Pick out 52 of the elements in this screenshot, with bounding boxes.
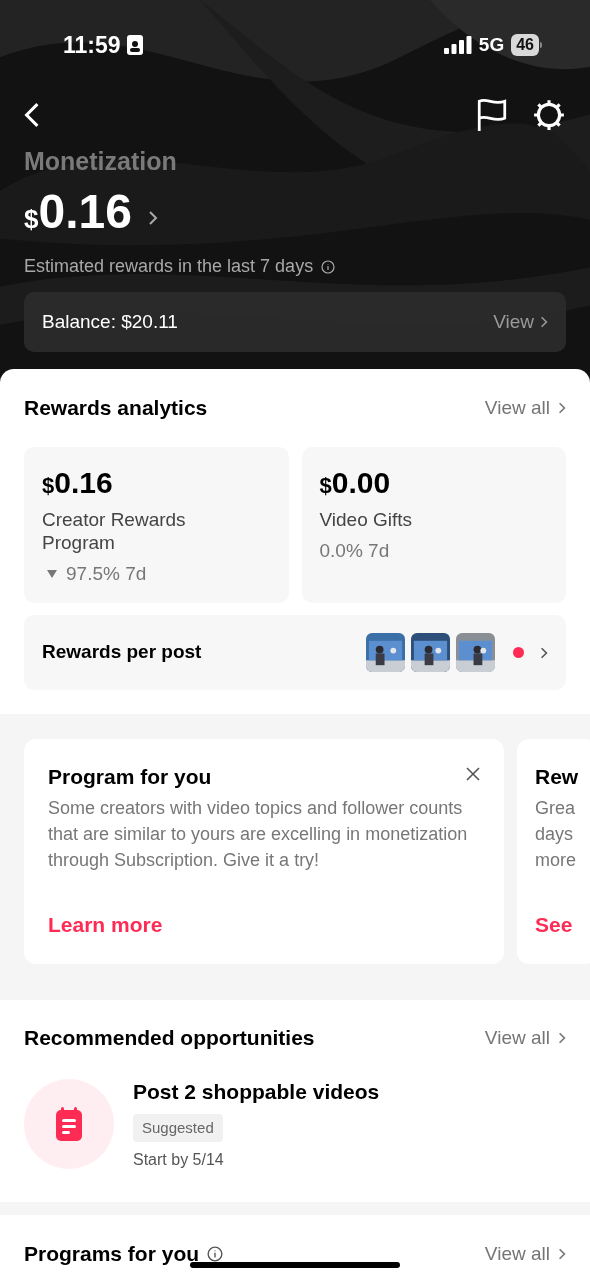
start-date: Start by 5/14 (133, 1150, 224, 1170)
reward-change: 0.0% 7d (319, 539, 390, 563)
settings-icon[interactable] (532, 98, 566, 132)
section-title: Programs for you (24, 1241, 200, 1268)
balance-bar[interactable]: Balance: $20.11 View (24, 292, 566, 352)
card-body: Some creators with video topics and follower counts that are similar to yours are excelling in monetization through Subscription. Give it a try! (48, 797, 469, 872)
reward-label: Video Gifts (319, 508, 414, 531)
chevron-right-icon (147, 209, 158, 226)
reward-label: Creator Rewards Program (42, 508, 187, 554)
rewards-per-post-row[interactable]: Rewards per post (24, 615, 566, 690)
signal-icon (443, 36, 472, 54)
section-title: Recommended opportunities (24, 1025, 315, 1052)
view-link[interactable]: View (493, 307, 534, 337)
row-label: Rewards per post (42, 640, 202, 665)
program-card[interactable]: Rew Grea days more See (517, 739, 590, 964)
chevron-right-icon (558, 1031, 566, 1045)
opportunity-item[interactable]: Post 2 shoppable videos Suggested Start by 5/14 (24, 1076, 566, 1172)
balance-text: Balance: $20.11 (42, 309, 178, 334)
network-label: 5G (478, 32, 505, 57)
flag-icon[interactable] (476, 98, 508, 132)
card-link[interactable]: Learn more (48, 908, 480, 940)
status-time: 11:59 (63, 30, 121, 60)
chevron-right-icon (540, 645, 548, 660)
card-body-line: more (535, 849, 577, 872)
reward-card[interactable]: $0.16 Creator Rewards Program 97.5% 7d (24, 447, 289, 603)
card-title: Rew (535, 764, 579, 790)
rewards-caption: Estimated rewards in the last 7 days (24, 255, 314, 278)
card-body-line: days (535, 823, 575, 846)
reward-card[interactable]: $0.00 Video Gifts 0.0% 7d (301, 447, 566, 603)
reward-change: 97.5% 7d (66, 562, 147, 586)
chevron-right-icon (558, 401, 566, 415)
info-icon[interactable] (321, 259, 336, 274)
info-icon[interactable] (207, 1246, 224, 1262)
opportunity-title: Post 2 shoppable videos (133, 1079, 380, 1105)
reward-amount: $0.00 (319, 465, 392, 501)
close-icon[interactable] (466, 767, 480, 781)
view-all-link[interactable]: View all (484, 1023, 550, 1053)
rewards-amount: $0.16 (24, 188, 132, 240)
reward-amount: $0.16 (42, 465, 114, 501)
battery-level: 46 (511, 34, 539, 56)
card-body-line: Grea (535, 797, 577, 820)
program-card[interactable]: Program for you Some creators with video topics and follower counts that are similar to yours are excelling in monetization through Subscription. Give it a try! Learn more (24, 739, 504, 964)
card-link[interactable]: See (535, 908, 590, 940)
back-icon[interactable] (24, 102, 40, 128)
view-all-link[interactable]: View all (484, 1239, 550, 1269)
chevron-right-icon (558, 1247, 566, 1261)
section-title: Rewards analytics (24, 395, 208, 422)
view-all-link[interactable]: View all (484, 393, 550, 423)
card-title: Program for you (48, 764, 212, 790)
page-title: Monetization (24, 146, 178, 176)
suggested-tag: Suggested (133, 1113, 223, 1142)
chevron-right-icon (540, 315, 548, 329)
